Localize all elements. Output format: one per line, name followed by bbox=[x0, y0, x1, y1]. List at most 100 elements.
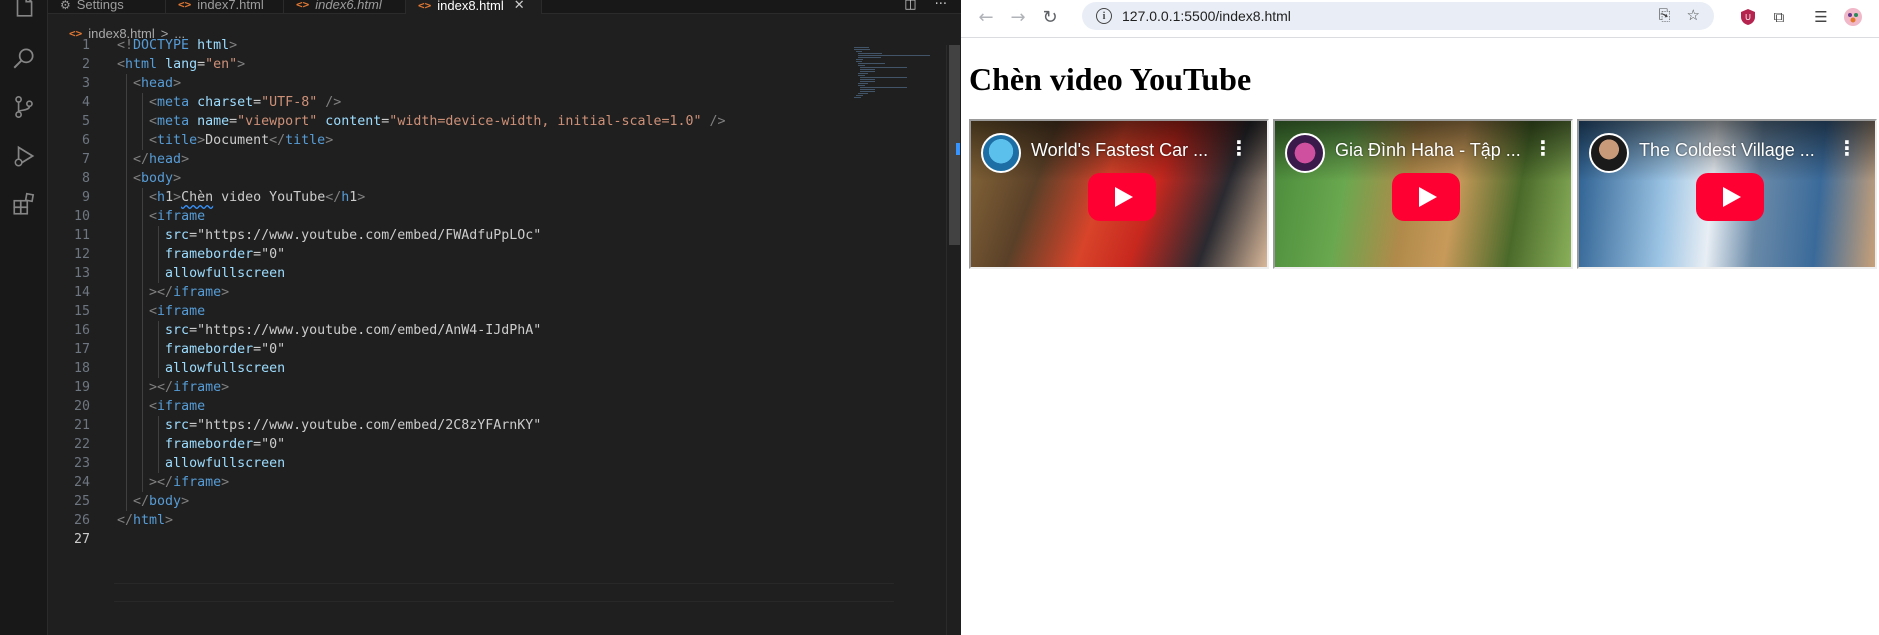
code-text: <h1>Chèn video YouTube</h1> bbox=[149, 190, 366, 205]
youtube-embed-2[interactable]: Gia Đình Haha - Tập ... ⋮ bbox=[1273, 119, 1573, 269]
line-number: 24 bbox=[73, 475, 90, 490]
explorer-icon[interactable] bbox=[10, 0, 38, 20]
code-text: src="https://www.youtube.com/embed/2C8zY… bbox=[165, 418, 542, 433]
address-bar[interactable]: i 127.0.0.1:5500/index8.html ⎘ ☆ bbox=[1082, 2, 1714, 30]
site-info-icon[interactable]: i bbox=[1096, 8, 1112, 24]
html-file-icon: <> bbox=[418, 0, 432, 12]
indent-guide bbox=[158, 416, 159, 473]
url-text[interactable]: 127.0.0.1:5500/index8.html bbox=[1122, 8, 1291, 24]
extensions-puzzle-icon[interactable]: ⧉ bbox=[1767, 5, 1791, 29]
line-number: 3 bbox=[81, 76, 90, 91]
minimap-line bbox=[856, 95, 863, 96]
youtube-embed-1[interactable]: World's Fastest Car ... ⋮ bbox=[969, 119, 1269, 269]
indent-guide bbox=[126, 74, 127, 511]
code-text: <title>Document</title> bbox=[149, 133, 334, 148]
minimap-line bbox=[860, 91, 875, 92]
line-number: 13 bbox=[73, 266, 90, 281]
code-editor[interactable]: 1 <!DOCTYPE html> 2 <html lang="en"> 3 <head… bbox=[48, 38, 948, 635]
html-file-icon: <> bbox=[178, 0, 192, 11]
settings-icon: ⚙ bbox=[60, 0, 71, 12]
channel-avatar[interactable] bbox=[1285, 133, 1325, 173]
editor-scrollbar[interactable] bbox=[946, 45, 961, 635]
more-options-icon[interactable]: ⋮ bbox=[1229, 137, 1249, 159]
more-options-icon[interactable]: ⋮ bbox=[1533, 137, 1553, 159]
play-icon bbox=[1419, 187, 1437, 207]
browser-toolbar: ← → ↻ i 127.0.0.1:5500/index8.html ⎘ ☆ U… bbox=[961, 0, 1879, 38]
more-options-icon[interactable]: ⋮ bbox=[1837, 137, 1857, 159]
line-number: 20 bbox=[73, 399, 90, 414]
minimap-line bbox=[858, 55, 930, 56]
code-text: <iframe bbox=[149, 304, 206, 319]
split-editor-icon[interactable]: ◫ bbox=[904, 0, 916, 12]
html-file-icon: <> bbox=[296, 0, 310, 11]
line-number: 1 bbox=[81, 38, 90, 53]
tab-index7[interactable]: <> index7.html bbox=[166, 0, 284, 14]
browser-window: ← → ↻ i 127.0.0.1:5500/index8.html ⎘ ☆ U… bbox=[961, 0, 1879, 635]
code-text: </body> bbox=[133, 494, 190, 509]
minimap-line bbox=[858, 93, 868, 94]
line-number: 16 bbox=[73, 323, 90, 338]
play-button[interactable] bbox=[1088, 173, 1156, 221]
extensions-icon[interactable] bbox=[10, 190, 38, 218]
minimap-line bbox=[858, 83, 868, 84]
run-debug-icon[interactable] bbox=[10, 142, 38, 170]
minimap-line bbox=[858, 75, 865, 76]
activity-bar bbox=[0, 0, 48, 635]
code-text: </html> bbox=[117, 513, 174, 528]
minimap-line bbox=[856, 61, 862, 62]
profile-avatar[interactable] bbox=[1841, 5, 1865, 29]
media-controls-icon[interactable]: ☰ bbox=[1809, 5, 1833, 29]
close-icon[interactable]: ✕ bbox=[514, 0, 525, 13]
minimap-line bbox=[858, 85, 865, 86]
web-page: Chèn video YouTube World's Fastest Car .… bbox=[961, 39, 1879, 635]
scroll-marker bbox=[956, 143, 960, 155]
code-text: ></iframe> bbox=[149, 380, 230, 395]
minimap-line bbox=[856, 51, 862, 52]
line-number: 14 bbox=[73, 285, 90, 300]
ublock-extension-icon[interactable]: U bbox=[1736, 5, 1760, 29]
line-number: 12 bbox=[73, 247, 90, 262]
code-text: </head> bbox=[133, 152, 190, 167]
search-icon[interactable] bbox=[10, 44, 38, 72]
minimap-line bbox=[858, 53, 882, 54]
minimap-line bbox=[860, 69, 875, 70]
line-number: 5 bbox=[81, 114, 90, 129]
channel-avatar[interactable] bbox=[981, 133, 1021, 173]
line-number: 23 bbox=[73, 456, 90, 471]
translate-icon[interactable]: ⎘ bbox=[1659, 6, 1671, 24]
tab-index8[interactable]: <> index8.html ✕ bbox=[406, 0, 542, 14]
line-number: 26 bbox=[73, 513, 90, 528]
svg-text:U: U bbox=[1745, 13, 1751, 22]
tab-settings[interactable]: ⚙ Settings bbox=[48, 0, 166, 14]
bookmark-star-icon[interactable]: ☆ bbox=[1687, 6, 1700, 24]
vscode-window: ⚙ Settings <> index7.html <> index6.html… bbox=[0, 0, 961, 635]
code-text: ></iframe> bbox=[149, 475, 230, 490]
minimap-line bbox=[858, 73, 868, 74]
line-number: 10 bbox=[73, 209, 90, 224]
video-title[interactable]: Gia Đình Haha - Tập ... bbox=[1335, 140, 1530, 161]
youtube-embed-3[interactable]: The Coldest Village ... ⋮ bbox=[1577, 119, 1877, 269]
play-button[interactable] bbox=[1696, 173, 1764, 221]
minimap-line bbox=[860, 89, 875, 90]
code-text: <iframe bbox=[149, 209, 206, 224]
more-actions-icon[interactable]: ··· bbox=[935, 0, 947, 12]
channel-avatar[interactable] bbox=[1589, 133, 1629, 173]
back-icon[interactable]: ← bbox=[973, 4, 999, 30]
line-number: 4 bbox=[81, 95, 90, 110]
line-number: 15 bbox=[73, 304, 90, 319]
minimap-line bbox=[860, 71, 875, 72]
video-title[interactable]: The Coldest Village ... bbox=[1639, 140, 1834, 161]
tab-index6[interactable]: <> index6.html bbox=[284, 0, 406, 14]
line-number: 27 bbox=[73, 532, 90, 547]
minimap-line bbox=[858, 57, 881, 58]
source-control-icon[interactable] bbox=[10, 93, 38, 121]
minimap-line bbox=[854, 49, 870, 50]
editor-tab-bar: ⚙ Settings <> index7.html <> index6.html… bbox=[48, 0, 961, 14]
forward-icon[interactable]: → bbox=[1005, 4, 1031, 30]
code-text: <meta name="viewport" content="width=dev… bbox=[149, 114, 726, 129]
video-title[interactable]: World's Fastest Car ... bbox=[1031, 140, 1226, 161]
play-button[interactable] bbox=[1392, 173, 1460, 221]
minimap-line bbox=[860, 79, 875, 80]
reload-icon[interactable]: ↻ bbox=[1037, 4, 1063, 30]
minimap[interactable] bbox=[850, 45, 946, 115]
